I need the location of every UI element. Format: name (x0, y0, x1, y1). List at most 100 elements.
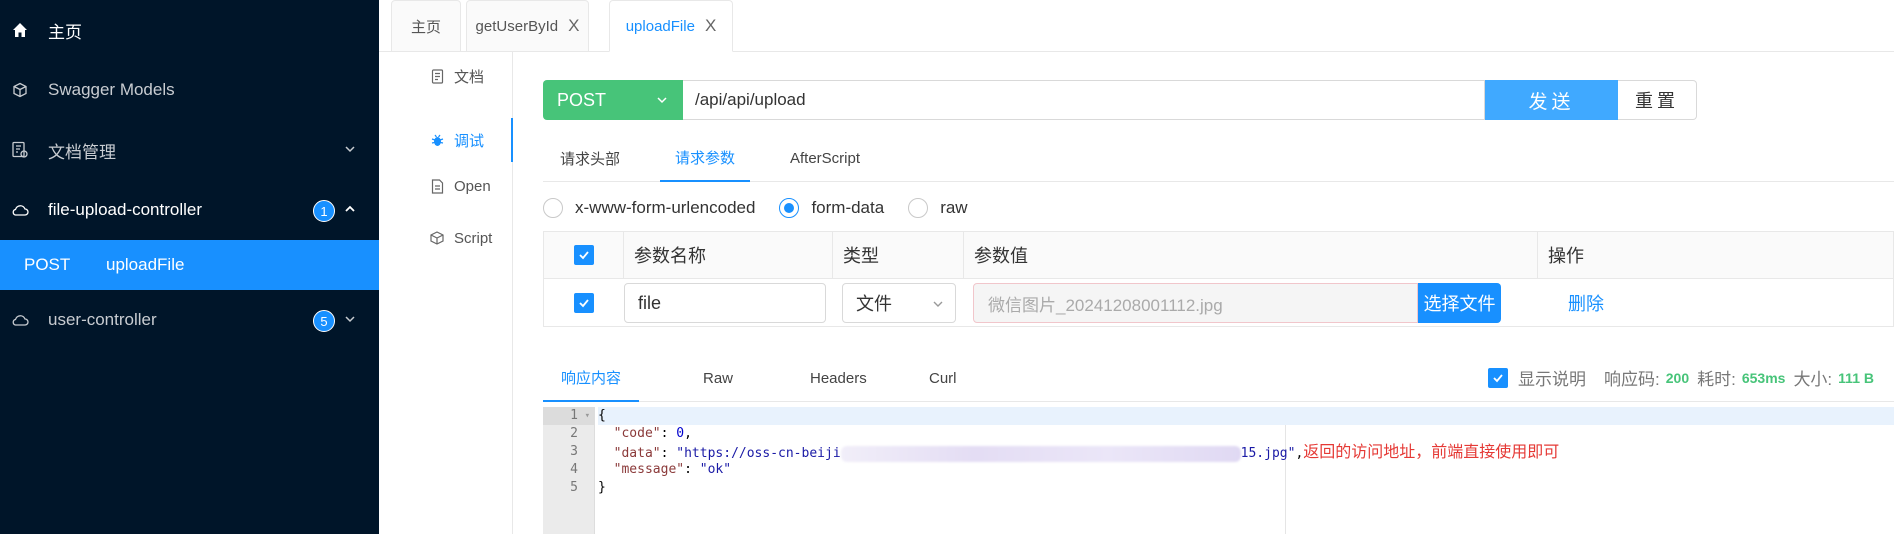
tab-params[interactable]: 请求参数 (660, 134, 751, 182)
sidebar-item-home[interactable]: 主页 (0, 0, 379, 60)
response-size: 111 B (1838, 369, 1874, 386)
method-label: POST (24, 255, 71, 274)
sidebar-item-uploadfile[interactable]: POST uploadFile (0, 240, 379, 290)
menu-item-open[interactable]: Open (379, 166, 513, 206)
header-type: 类型 (833, 232, 964, 278)
radio-urlencoded[interactable]: x-www-form-urlencoded (543, 198, 755, 218)
menu-item-script[interactable]: Script (379, 218, 513, 258)
document-settings-icon (10, 140, 30, 160)
sidebar-group-file-upload-controller[interactable]: file-upload-controller 1 (0, 180, 379, 240)
sidebar-item-label: 文档管理 (48, 142, 116, 162)
table-row: file 文件 微信图片_20241208001112.jpg 选择文件 删除 (544, 279, 1893, 327)
header-value: 参数值 (964, 232, 1538, 278)
method-value: POST (557, 89, 607, 110)
redacted-blur (840, 445, 1241, 462)
response-tabs: 响应内容 Raw Headers Curl 显示说明 响应码: 200 耗时: … (543, 354, 1894, 402)
request-bar: POST /api/api/upload 发送 重置 (543, 80, 1697, 120)
delete-link[interactable]: 删除 (1568, 290, 1604, 316)
sidebar-item-models[interactable]: Swagger Models (0, 60, 379, 120)
close-icon[interactable]: X (568, 16, 579, 36)
close-icon[interactable]: X (705, 16, 716, 36)
menu-item-label: 文档 (454, 68, 485, 86)
document-icon (429, 68, 445, 84)
tab-headers[interactable]: 请求头部 (560, 134, 620, 182)
code-lines: { "code": 0, "data": "https://oss-cn-bei… (598, 407, 1894, 497)
tab-label: 主页 (410, 18, 441, 36)
tab-label: uploadFile (625, 17, 695, 35)
line-number: 2 (570, 426, 578, 441)
tab-label: getUserById (475, 17, 559, 35)
tab-curl[interactable]: Curl (929, 354, 957, 402)
param-name-input[interactable]: file (624, 283, 826, 323)
code-line: "message": "ok" (613, 462, 732, 477)
body-type-radio-group: x-www-form-urlencoded form-data raw (543, 192, 992, 224)
status-code: 200 (1665, 369, 1690, 386)
action-cell: 删除 (1568, 279, 1894, 327)
send-button[interactable]: 发送 (1485, 80, 1618, 120)
size-label: 大小: (1793, 370, 1833, 389)
debug-panel: POST /api/api/upload 发送 重置 请求头部 请求参数 Aft… (513, 52, 1894, 534)
code-label: 响应码: (1604, 370, 1660, 389)
type-cell: 文件 (833, 279, 964, 327)
url-input[interactable]: /api/api/upload (683, 80, 1485, 120)
header-action: 操作 (1548, 246, 1584, 266)
tab-response-content[interactable]: 响应内容 (543, 354, 640, 402)
param-type-select[interactable]: 文件 (842, 283, 956, 323)
select-all-cell (544, 232, 624, 278)
endpoint-label: uploadFile (106, 255, 185, 274)
menu-item-label: Open (454, 177, 491, 195)
request-subtabs: 请求头部 请求参数 AfterScript (543, 134, 1894, 182)
radio-label: form-data (811, 198, 885, 217)
choose-file-button[interactable]: 选择文件 (1418, 283, 1501, 323)
chevron-down-icon (933, 301, 943, 307)
select-all-checkbox[interactable] (573, 245, 594, 265)
bug-icon (429, 132, 445, 148)
radio-label: raw (940, 198, 968, 217)
radio-circle[interactable] (779, 198, 800, 218)
row-checkbox[interactable] (574, 293, 594, 313)
sidebar-group-user-controller[interactable]: user-controller 5 (0, 290, 379, 350)
show-desc-label: 显示说明 (1518, 370, 1587, 389)
response-editor[interactable]: 1 ▾ 2 3 4 5 { "code": 0, "data": "https:/… (543, 407, 1894, 534)
cube-icon (10, 80, 30, 100)
menu-item-debug[interactable]: 调试 (379, 118, 513, 162)
time-label: 耗时: (1697, 370, 1736, 389)
tab-afterscript[interactable]: AfterScript (790, 134, 860, 182)
check-icon (578, 251, 589, 260)
row-select-cell (544, 279, 624, 327)
radio-circle[interactable] (908, 198, 929, 218)
show-desc-checkbox[interactable] (1488, 367, 1509, 388)
check-icon (1493, 373, 1503, 382)
header-name: 参数名称 (624, 232, 833, 278)
radio-circle[interactable] (543, 198, 563, 218)
sidebar-group-label: user-controller (48, 310, 157, 329)
tab-home[interactable]: 主页 (391, 0, 461, 52)
check-icon (579, 299, 589, 308)
tab-getuserbyid[interactable]: getUserById X (466, 0, 589, 52)
tab-raw[interactable]: Raw (703, 354, 733, 402)
chevron-down-icon (345, 316, 355, 323)
method-select[interactable]: POST (543, 80, 683, 120)
radio-raw[interactable]: raw (908, 198, 968, 218)
reset-button[interactable]: 重置 (1618, 80, 1697, 120)
radio-formdata[interactable]: form-data (779, 198, 884, 218)
menu-item-doc[interactable]: 文档 (379, 56, 513, 96)
line-number: 1 ▾ (543, 407, 594, 425)
tab-uploadfile[interactable]: uploadFile X (609, 0, 733, 52)
menu-item-label: Script (454, 229, 493, 247)
table-header-row: 参数名称 类型 参数值 操作 (544, 232, 1893, 279)
fold-icon[interactable]: ▾ (585, 407, 590, 425)
home-icon (10, 20, 30, 40)
line-gutter: 1 ▾ 2 3 4 5 (543, 407, 595, 534)
cloud-icon (10, 310, 30, 330)
file-path-input[interactable]: 微信图片_20241208001112.jpg (973, 283, 1418, 323)
code-line: { (598, 407, 1894, 425)
sidebar-item-label: 主页 (48, 22, 82, 42)
file-text-icon (429, 178, 445, 194)
menu-item-label: 调试 (454, 132, 485, 150)
tab-headers-response[interactable]: Headers (810, 354, 867, 402)
sidebar-item-docs[interactable]: 文档管理 (0, 120, 379, 180)
count-badge: 5 (313, 310, 335, 332)
chevron-down-icon (657, 97, 667, 104)
radio-label: x-www-form-urlencoded (575, 198, 756, 217)
